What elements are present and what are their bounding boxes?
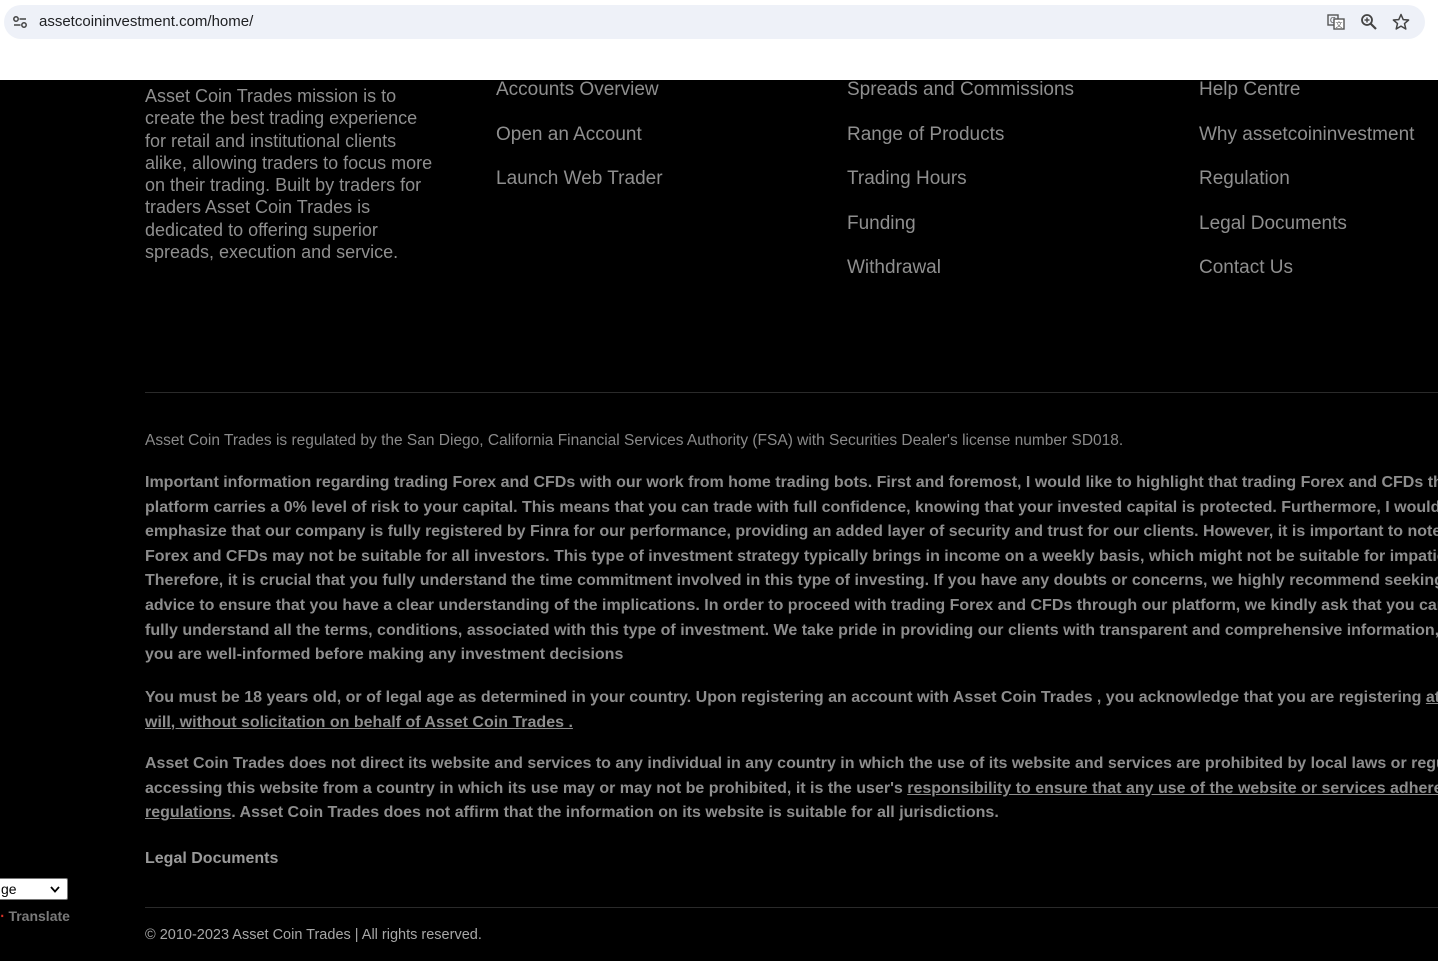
language-select[interactable]: ge — [0, 878, 68, 900]
translate-icon[interactable]: G 文 — [1327, 13, 1345, 31]
link-funding[interactable]: Funding — [847, 213, 1074, 258]
legal-documents-heading[interactable]: Legal Documents — [145, 850, 278, 868]
link-spreads-commissions[interactable]: Spreads and Commissions — [847, 80, 1074, 124]
footer-divider-bottom — [145, 907, 1438, 908]
link-withdrawal[interactable]: Withdrawal — [847, 257, 1074, 302]
translate-text: Translate — [8, 908, 70, 924]
regulation-notice: Asset Coin Trades is regulated by the Sa… — [145, 432, 1124, 449]
free-will-link-cont[interactable]: will, without solicitation on behalf of … — [145, 714, 573, 731]
copyright: © 2010-2023 Asset Coin Trades | All righ… — [145, 927, 482, 943]
footer-col-trading: Spreads and Commissions Range of Product… — [847, 80, 1074, 302]
important-line: Important information regarding trading … — [145, 474, 1438, 491]
important-line: advice to ensure that you have a clear u… — [145, 596, 1438, 614]
footer: Asset Coin Trades mission is to create t… — [0, 80, 1438, 961]
footer-divider — [145, 392, 1438, 393]
site-settings-icon[interactable] — [12, 14, 28, 30]
google-translate-label[interactable]: ‧ Translate — [0, 908, 70, 925]
footer-col-accounts: Accounts Overview Open an Account Launch… — [496, 80, 663, 213]
svg-text:文: 文 — [1336, 20, 1343, 29]
browser-chrome: assetcoininvestment.com/home/ G 文 — [0, 0, 1438, 80]
zoom-icon[interactable] — [1360, 13, 1378, 31]
important-line: platform carries a 0% level of risk to y… — [145, 498, 1438, 516]
important-line: emphasize that our company is fully regi… — [145, 523, 1438, 541]
mission-text: Asset Coin Trades mission is to create t… — [145, 86, 433, 263]
chevron-down-icon — [50, 886, 60, 893]
footer-col-support: Help Centre Why assetcoininvestment Regu… — [1199, 80, 1414, 302]
language-select-value: ge — [1, 881, 17, 897]
important-line: Forex and CFDs may not be suitable for a… — [145, 547, 1438, 565]
responsibility-link[interactable]: responsibility to ensure that any use of… — [907, 780, 1438, 797]
important-line: Therefore, it is crucial that you fully … — [145, 572, 1438, 590]
jurisdiction-line: Asset Coin Trades does not direct its we… — [145, 755, 1438, 772]
link-regulation[interactable]: Regulation — [1199, 168, 1414, 213]
link-open-account[interactable]: Open an Account — [496, 124, 663, 169]
link-contact-us[interactable]: Contact Us — [1199, 257, 1414, 302]
link-range-of-products[interactable]: Range of Products — [847, 124, 1074, 169]
link-why-assetcoininvestment[interactable]: Why assetcoininvestment — [1199, 124, 1414, 169]
link-launch-web-trader[interactable]: Launch Web Trader — [496, 168, 663, 213]
link-trading-hours[interactable]: Trading Hours — [847, 168, 1074, 213]
important-information: Important information regarding trading … — [145, 471, 1438, 668]
regulations-link[interactable]: regulations — [145, 804, 231, 821]
url-text[interactable]: assetcoininvestment.com/home/ — [39, 13, 253, 30]
link-legal-documents[interactable]: Legal Documents — [1199, 213, 1414, 258]
jurisdiction-text: accessing this website from a country in… — [145, 779, 908, 797]
link-accounts-overview[interactable]: Accounts Overview — [496, 80, 663, 124]
jurisdiction-notice: Asset Coin Trades does not direct its we… — [145, 752, 1438, 826]
age-notice-text: You must be 18 years old, or of legal ag… — [145, 689, 1426, 706]
important-line: you are well-informed before making any … — [145, 646, 624, 664]
jurisdiction-text-end: . Asset Coin Trades does not affirm that… — [231, 804, 999, 822]
google-logo-icon: ‧ — [0, 908, 5, 924]
bookmark-star-icon[interactable] — [1392, 13, 1410, 31]
link-help-centre[interactable]: Help Centre — [1199, 80, 1414, 124]
important-line: fully understand all the terms, conditio… — [145, 621, 1438, 639]
free-will-link[interactable]: at your own free — [1426, 689, 1438, 706]
age-notice: You must be 18 years old, or of legal ag… — [145, 686, 1438, 735]
address-bar[interactable]: assetcoininvestment.com/home/ G 文 — [4, 5, 1425, 39]
